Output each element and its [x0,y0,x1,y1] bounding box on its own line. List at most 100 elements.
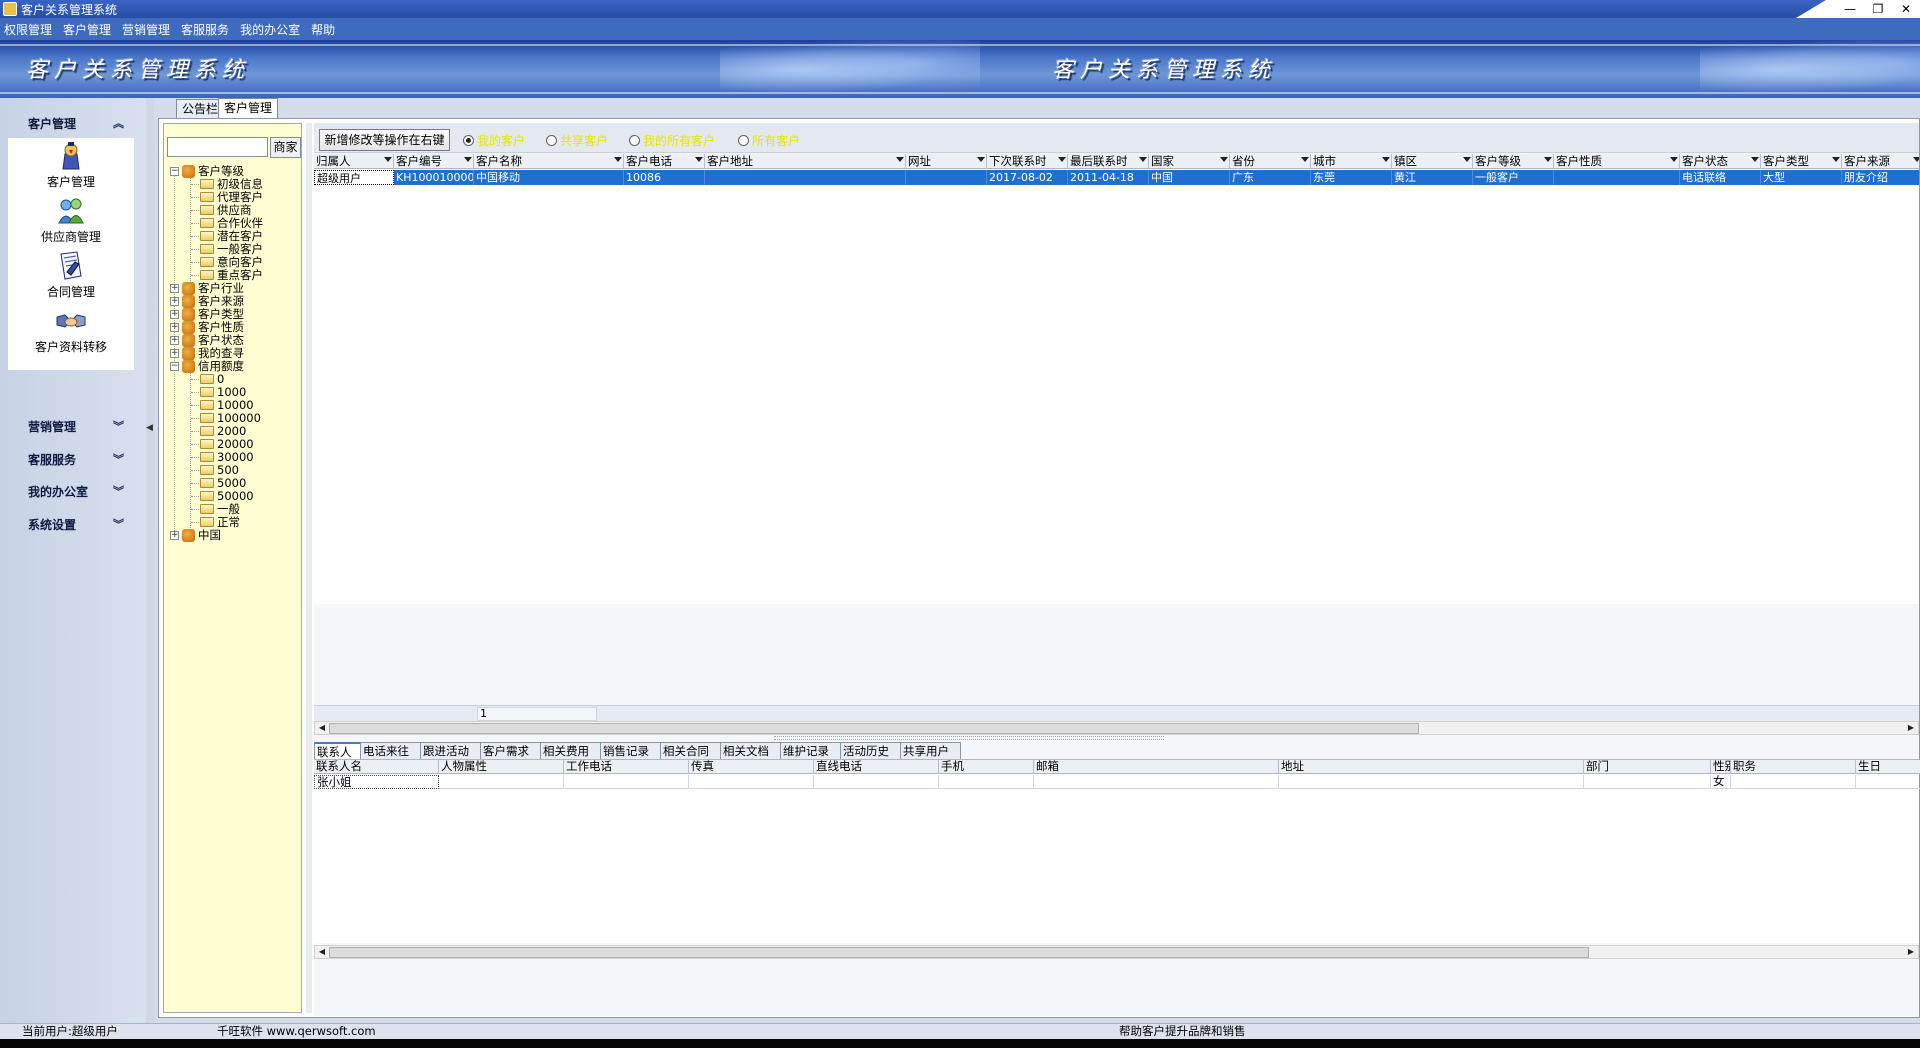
tree-leaf[interactable]: 一般客户 [191,242,263,256]
menu-office[interactable]: 我的办公室 [240,21,300,38]
detail-tab[interactable]: 联系人 [314,742,361,759]
scroll-right-icon[interactable]: ▶ [1905,722,1917,734]
collapse-icon[interactable]: − [170,166,179,176]
radio-all-customers[interactable]: 所有客户 [738,133,800,148]
tree-leaf[interactable]: 一般 [191,502,240,516]
menu-permission[interactable]: 权限管理 [4,21,52,38]
detail-tab[interactable]: 共享用户 [900,742,961,759]
filter-dropdown-icon[interactable] [977,157,985,162]
table-cell[interactable] [564,775,689,789]
column-header[interactable]: 传真 [689,760,814,774]
table-row[interactable]: 张小姐 女 [314,775,1920,789]
table-cell[interactable]: 2011-04-18 [1068,170,1149,185]
table-cell[interactable] [705,170,906,185]
scroll-left-icon[interactable]: ◀ [316,722,328,734]
column-header[interactable]: 网址 [906,154,987,169]
column-header[interactable]: 人物属性 [439,760,564,774]
detail-tab[interactable]: 维护记录 [780,742,841,759]
table-cell[interactable]: 女 [1711,775,1731,789]
nav-section-marketing[interactable]: 营销管理 ︾ [8,413,134,439]
nav-item-contract[interactable]: 合同管理 [8,250,134,305]
column-header[interactable]: 镇区 [1392,154,1473,169]
detail-hscrollbar[interactable]: ◀ ▶ [314,945,1919,959]
menu-customer[interactable]: 客户管理 [63,21,111,38]
filter-dropdown-icon[interactable] [1301,157,1309,162]
expand-icon[interactable]: + [170,296,179,306]
filter-dropdown-icon[interactable] [384,157,392,162]
action-hint-button[interactable]: 新增修改等操作在右键 [319,129,450,151]
table-cell[interactable] [1279,775,1584,789]
column-header[interactable]: 手机 [939,760,1034,774]
table-cell[interactable] [1731,775,1856,789]
scroll-thumb[interactable] [329,947,1589,958]
nav-item-transfer[interactable]: 客户资料转移 [8,305,134,360]
column-header[interactable]: 省份 [1230,154,1311,169]
column-header[interactable]: 归属人 [314,154,394,169]
scroll-right-icon[interactable]: ▶ [1905,946,1917,958]
tree-leaf[interactable]: 5000 [191,476,246,490]
scroll-left-icon[interactable]: ◀ [316,946,328,958]
table-cell[interactable] [439,775,564,789]
column-header[interactable]: 客户状态 [1680,154,1761,169]
filter-dropdown-icon[interactable] [1670,157,1678,162]
column-header[interactable]: 客户地址 [705,154,906,169]
filter-dropdown-icon[interactable] [1139,157,1147,162]
tree-leaf[interactable]: 20000 [191,437,254,451]
tree-node[interactable]: − 信用额度 [170,359,244,373]
detail-tab[interactable]: 相关合同 [660,742,721,759]
table-cell[interactable]: 中国移动 [474,170,624,185]
table-cell[interactable]: 张小姐 [314,775,439,789]
nav-item-supplier[interactable]: 供应商管理 [8,195,134,250]
tree-leaf[interactable]: 初级信息 [191,177,263,191]
close-button[interactable]: ✕ [1892,0,1920,18]
scroll-thumb[interactable] [329,723,1419,734]
column-header[interactable]: 联系人名 [314,760,439,774]
table-cell[interactable] [906,170,987,185]
table-cell[interactable] [1034,775,1279,789]
pane-splitter-handle[interactable] [774,736,1164,740]
tree-node[interactable]: + 我的查寻 [170,346,244,360]
column-header[interactable]: 客户性质 [1554,154,1680,169]
detail-tab[interactable]: 相关文档 [720,742,781,759]
expand-icon[interactable]: + [170,283,179,293]
detail-tab[interactable]: 销售记录 [600,742,661,759]
nav-item-customer[interactable]: 客户管理 [8,140,134,195]
table-cell[interactable]: 2017-08-02 [987,170,1068,185]
column-header[interactable]: 客户编号 [394,154,474,169]
tree-leaf[interactable]: 潜在客户 [191,229,263,243]
filter-dropdown-icon[interactable] [1058,157,1066,162]
expand-icon[interactable]: + [170,348,179,358]
table-cell[interactable]: 电话联络 [1680,170,1761,185]
search-input[interactable] [167,137,268,157]
tab-bulletin[interactable]: 公告栏 [176,99,225,118]
expand-icon[interactable]: + [170,322,179,332]
column-header[interactable]: 部门 [1584,760,1711,774]
table-cell[interactable] [1584,775,1711,789]
tree-node[interactable]: + 客户性质 [170,320,244,334]
nav-section-service[interactable]: 客服服务 ︾ [8,446,134,472]
table-cell[interactable]: 超级用户 [314,170,394,185]
menu-help[interactable]: 帮助 [311,21,335,38]
column-header[interactable]: 客户电话 [624,154,705,169]
tree-node[interactable]: + 客户类型 [170,307,244,321]
column-header[interactable]: 工作电话 [564,760,689,774]
nav-section-office[interactable]: 我的办公室 ︾ [8,478,134,504]
table-cell[interactable]: 10086 [624,170,705,185]
sidebar-splitter[interactable]: ◀ [146,98,154,1023]
radio-all-my-customers[interactable]: 我的所有客户 [629,133,715,148]
radio-shared-customers[interactable]: 共享客户 [546,133,608,148]
tree-node[interactable]: + 客户来源 [170,294,244,308]
table-cell[interactable] [939,775,1034,789]
table-cell[interactable]: 大型 [1761,170,1842,185]
grid-hscrollbar[interactable]: ◀ ▶ [314,721,1919,735]
tree-leaf[interactable]: 100000 [191,411,261,425]
column-header[interactable]: 客户名称 [474,154,624,169]
table-cell[interactable] [1554,170,1680,185]
column-header[interactable]: 职务 [1731,760,1856,774]
menu-service[interactable]: 客服服务 [181,21,229,38]
minimize-button[interactable]: — [1836,0,1864,18]
detail-tab[interactable]: 相关费用 [540,742,601,759]
column-header[interactable]: 国家 [1149,154,1230,169]
column-header[interactable]: 地址 [1279,760,1584,774]
tree-leaf[interactable]: 50000 [191,489,254,503]
